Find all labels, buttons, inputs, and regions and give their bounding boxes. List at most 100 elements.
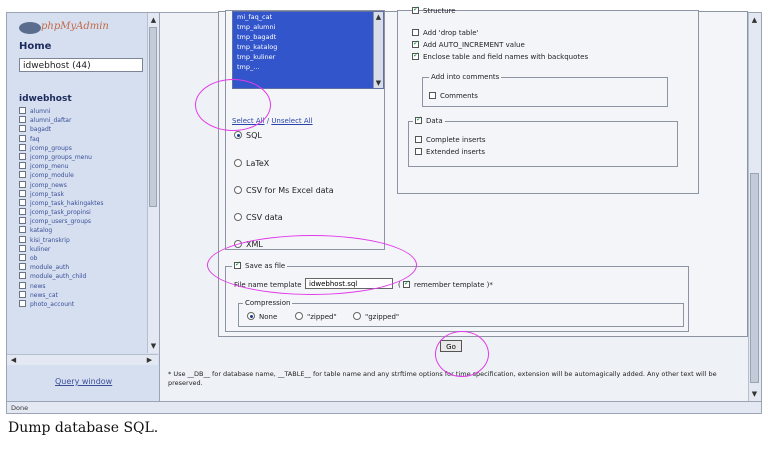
table-icon — [19, 198, 26, 206]
sidebar-table-label: alumni — [30, 108, 51, 115]
format-radio-option[interactable]: CSV data — [234, 213, 283, 222]
sidebar-table-label: jcomp_groups_menu — [30, 153, 92, 161]
radio-icon[interactable] — [234, 213, 242, 221]
radio-icon[interactable] — [247, 312, 255, 320]
multiselect-option[interactable]: tmp_alumni — [233, 22, 383, 32]
main-scroll-thumb[interactable] — [750, 173, 759, 383]
database-select[interactable]: idwebhost (44) — [19, 58, 143, 72]
checkbox-icon[interactable] — [402, 279, 410, 288]
radio-icon[interactable] — [234, 186, 242, 194]
sidebar-table-label: module_auth — [30, 264, 70, 272]
multiselect-scrollbar[interactable]: ▲ ▼ — [373, 12, 383, 88]
table-icon — [19, 116, 26, 124]
compression-radio-option[interactable]: "zipped" — [295, 312, 337, 321]
phpmyadmin-logo: phpMyAdmin — [19, 19, 109, 37]
checkbox-icon[interactable] — [415, 136, 422, 143]
sidebar-table-item[interactable]: news_cat — [19, 290, 147, 300]
structure-option[interactable]: Structure — [412, 5, 456, 15]
checkbox-icon[interactable] — [412, 29, 419, 36]
remember-template-option[interactable]: ( remember template )* — [398, 279, 493, 289]
data-option-label: Extended inserts — [426, 148, 486, 156]
sidebar-table-item[interactable]: alumni — [19, 107, 147, 116]
left-scrollbar[interactable]: ▲ ▼ — [147, 13, 159, 353]
checkbox-icon[interactable] — [415, 148, 422, 155]
radio-icon[interactable] — [353, 312, 361, 320]
multiselect-option[interactable]: tmp_... — [233, 62, 383, 72]
scroll-left-icon[interactable]: ◀ — [9, 355, 18, 365]
sidebar-table-item[interactable]: jcomp_module — [19, 171, 147, 180]
table-icon — [19, 143, 26, 151]
sidebar-table-label: jcomp_groups — [30, 144, 72, 152]
sidebar-table-item[interactable]: jcomp_task — [19, 189, 147, 199]
scroll-down-icon[interactable]: ▼ — [149, 341, 158, 351]
format-label: CSV for Ms Excel data — [246, 186, 334, 195]
sidebar-table-item[interactable]: kuliner — [19, 244, 147, 254]
multiselect-option[interactable]: mi_faq_cat — [233, 12, 383, 22]
compression-legend: Compression — [243, 299, 293, 307]
checkbox-icon[interactable] — [412, 51, 419, 60]
structure-checkbox-option[interactable]: Add AUTO_INCREMENT value — [412, 39, 525, 49]
checkbox-icon[interactable] — [415, 115, 422, 124]
comments-option[interactable]: Comments — [429, 92, 478, 100]
checkbox-icon[interactable] — [412, 39, 419, 48]
sidebar-table-item[interactable]: photo_account — [19, 299, 147, 309]
format-radio-option[interactable]: SQL — [234, 131, 262, 140]
sidebar-table-item[interactable]: faq — [19, 134, 147, 144]
sidebar-table-item[interactable]: alumni_daftar — [19, 116, 147, 125]
main-scrollbar[interactable]: ▲ ▼ — [748, 13, 761, 401]
sidebar-table-item[interactable]: jcomp_groups — [19, 143, 147, 153]
multiselect-option[interactable]: tmp_bagadt — [233, 32, 383, 42]
checkbox-icon[interactable] — [412, 5, 419, 14]
left-hscrollbar[interactable]: ◀ ▶ — [7, 354, 158, 365]
table-multiselect[interactable]: mi_faq_cat tmp_alumni tmp_bagadt tmp_katalo… — [232, 11, 384, 89]
logo-text: phpMyAdmin — [41, 21, 109, 32]
sidebar-table-item[interactable]: jcomp_task_propinsi — [19, 208, 147, 217]
scroll-up-icon[interactable]: ▲ — [750, 15, 759, 25]
structure-option-label: Enclose table and field names with backq… — [423, 53, 589, 61]
sidebar-table-item[interactable]: jcomp_news — [19, 180, 147, 190]
format-radio-option[interactable]: LaTeX — [234, 159, 269, 168]
sidebar-table-item[interactable]: ob — [19, 254, 147, 263]
left-scroll-thumb[interactable] — [149, 27, 157, 207]
data-checkbox-option[interactable]: Extended inserts — [415, 148, 485, 156]
home-link[interactable]: Home — [19, 41, 51, 52]
sidebar-table-item[interactable]: katalog — [19, 226, 147, 235]
scroll-down-icon[interactable]: ▼ — [374, 78, 383, 88]
query-window-link[interactable]: Query window — [55, 377, 112, 386]
structure-option-label: Add AUTO_INCREMENT value — [423, 41, 525, 49]
checkbox-icon[interactable] — [429, 92, 436, 99]
sidebar-table-item[interactable]: kisi_transkrip — [19, 235, 147, 245]
multiselect-option[interactable]: tmp_kuliner — [233, 52, 383, 62]
sidebar-table-item[interactable]: jcomp_menu — [19, 162, 147, 171]
scroll-up-icon[interactable]: ▲ — [374, 12, 383, 22]
radio-icon[interactable] — [234, 131, 242, 139]
sidebar-table-item[interactable]: news — [19, 281, 147, 291]
database-name[interactable]: idwebhost — [19, 94, 72, 104]
sidebar-table-item[interactable]: module_auth_child — [19, 272, 147, 281]
structure-checkbox-option[interactable]: Enclose table and field names with backq… — [412, 51, 589, 61]
format-radio-option[interactable]: CSV for Ms Excel data — [234, 186, 334, 195]
sidebar-table-label: kuliner — [30, 245, 51, 253]
unselect-all-link[interactable]: Unselect All — [271, 117, 312, 125]
radio-icon[interactable] — [295, 312, 303, 320]
sidebar-table-item[interactable]: module_auth — [19, 263, 147, 272]
structure-option-label: Add 'drop table' — [423, 29, 479, 37]
table-icon — [19, 134, 26, 142]
sidebar-table-label: jcomp_news — [30, 181, 67, 189]
structure-checkbox-option[interactable]: Add 'drop table' — [412, 29, 478, 37]
scroll-down-icon[interactable]: ▼ — [750, 389, 759, 399]
sidebar-table-item[interactable]: bagadt — [19, 125, 147, 134]
figure-caption: Dump database SQL. — [8, 420, 159, 436]
data-checkbox-option[interactable]: Complete inserts — [415, 136, 486, 144]
scroll-right-icon[interactable]: ▶ — [145, 355, 154, 365]
compression-radio-option[interactable]: None — [247, 312, 277, 321]
sidebar-table-item[interactable]: jcomp_task_hakingaktes — [19, 198, 147, 208]
scroll-up-icon[interactable]: ▲ — [149, 15, 158, 25]
sidebar-table-item[interactable]: jcomp_groups_menu — [19, 152, 147, 162]
radio-icon[interactable] — [234, 159, 242, 167]
sidebar-table-item[interactable]: jcomp_users_groups — [19, 217, 147, 226]
highlight-oval-save-as-file — [207, 235, 417, 295]
data-legend[interactable]: Data — [413, 115, 445, 125]
compression-radio-option[interactable]: "gzipped" — [353, 312, 399, 321]
multiselect-option[interactable]: tmp_katalog — [233, 42, 383, 52]
